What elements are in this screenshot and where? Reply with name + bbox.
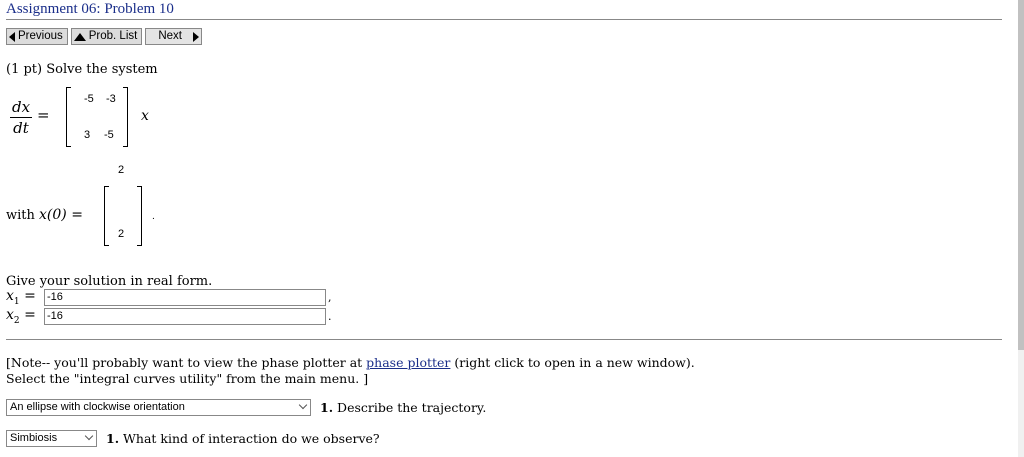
- section-divider: [6, 339, 1002, 340]
- phase-plotter-note: [Note-- you'll probably want to view the…: [6, 355, 695, 387]
- vector-cell: 2: [118, 164, 125, 176]
- fraction-denominator: dt: [13, 119, 29, 137]
- answer-var: x: [6, 306, 14, 323]
- prob-list-button[interactable]: Prob. List: [70, 28, 143, 45]
- answer-subscript: 2: [13, 315, 20, 326]
- with-word: with: [6, 208, 35, 223]
- chevron-down-icon: [298, 400, 308, 410]
- interaction-select[interactable]: Simbiosis: [6, 430, 97, 447]
- question-row: Simbiosis 1. What kind of interaction do…: [6, 430, 380, 447]
- answer-var: x: [6, 287, 14, 304]
- vector-right-bracket: [137, 186, 142, 246]
- page: Assignment 06: Problem 10 Previous Prob.…: [0, 0, 1024, 457]
- question-number: 1.: [106, 431, 120, 446]
- arrow-right-icon: [192, 31, 199, 42]
- vertical-scrollbar[interactable]: [1018, 0, 1024, 457]
- matrix-cell: -5: [104, 129, 114, 141]
- initial-condition-label: with x(0) =: [6, 207, 83, 223]
- matrix-cell: 3: [84, 129, 91, 141]
- note-text: Select the "integral curves utility" fro…: [6, 371, 369, 386]
- answer-label: x1 =: [6, 288, 44, 307]
- answer-punctuation: ,: [328, 290, 332, 304]
- answer-equals: =: [24, 287, 36, 304]
- question-number: 1.: [320, 400, 334, 415]
- arrow-up-icon: [73, 32, 86, 41]
- answer-punctuation: .: [328, 309, 332, 323]
- next-label: Next: [158, 30, 182, 42]
- answer-subscript: 1: [13, 296, 20, 307]
- prob-list-label: Prob. List: [88, 30, 138, 42]
- title-divider: [6, 19, 1002, 20]
- equals-sign: =: [37, 106, 50, 124]
- question-label: Describe the trajectory.: [337, 400, 487, 415]
- previous-button[interactable]: Previous: [6, 28, 68, 45]
- answer-equals: =: [24, 306, 36, 323]
- note-text: (right click to open in a new window).: [450, 355, 695, 370]
- question-label: What kind of interaction do we observe?: [123, 431, 380, 446]
- vector-left-bracket: [104, 186, 109, 246]
- phase-plotter-link[interactable]: phase plotter: [366, 355, 450, 370]
- question-row: An ellipse with clockwise orientation 1.…: [6, 399, 486, 416]
- matrix-right-bracket: [123, 87, 128, 147]
- chevron-down-icon: [84, 431, 94, 441]
- derivative-fraction: dx dt: [10, 98, 32, 137]
- answer-row-x2: x2 = .: [6, 307, 332, 326]
- question-text: 1. Describe the trajectory.: [320, 400, 486, 415]
- initial-expression: x(0) =: [39, 207, 83, 223]
- vector-cell: 2: [118, 228, 125, 240]
- fraction-bar: [10, 117, 32, 118]
- matrix-cell: -5: [84, 93, 94, 105]
- matrix-left-bracket: [66, 87, 71, 147]
- matrix-cell: -3: [106, 93, 116, 105]
- trailing-period: .: [152, 212, 155, 222]
- problem-nav: Previous Prob. List Next: [6, 28, 202, 45]
- note-text: [Note-- you'll probably want to view the…: [6, 355, 367, 370]
- scrollbar-thumb[interactable]: [1018, 0, 1024, 350]
- problem-statement: (1 pt) Solve the system: [6, 62, 158, 77]
- state-variable: x: [141, 108, 149, 124]
- answer-row-x1: x1 = ,: [6, 288, 332, 307]
- question-text: 1. What kind of interaction do we observ…: [106, 431, 380, 446]
- answer-input-x2[interactable]: [44, 307, 326, 325]
- answer-input-x1[interactable]: [44, 288, 326, 306]
- select-value: Simbiosis: [10, 432, 58, 444]
- trajectory-select[interactable]: An ellipse with clockwise orientation: [6, 399, 311, 416]
- fraction-numerator: dx: [11, 98, 31, 116]
- answer-label: x2 =: [6, 307, 44, 326]
- page-title: Assignment 06: Problem 10: [6, 1, 174, 17]
- select-value: An ellipse with clockwise orientation: [10, 401, 185, 413]
- previous-label: Previous: [18, 30, 63, 42]
- arrow-left-icon: [9, 31, 15, 42]
- next-button[interactable]: Next: [145, 28, 202, 45]
